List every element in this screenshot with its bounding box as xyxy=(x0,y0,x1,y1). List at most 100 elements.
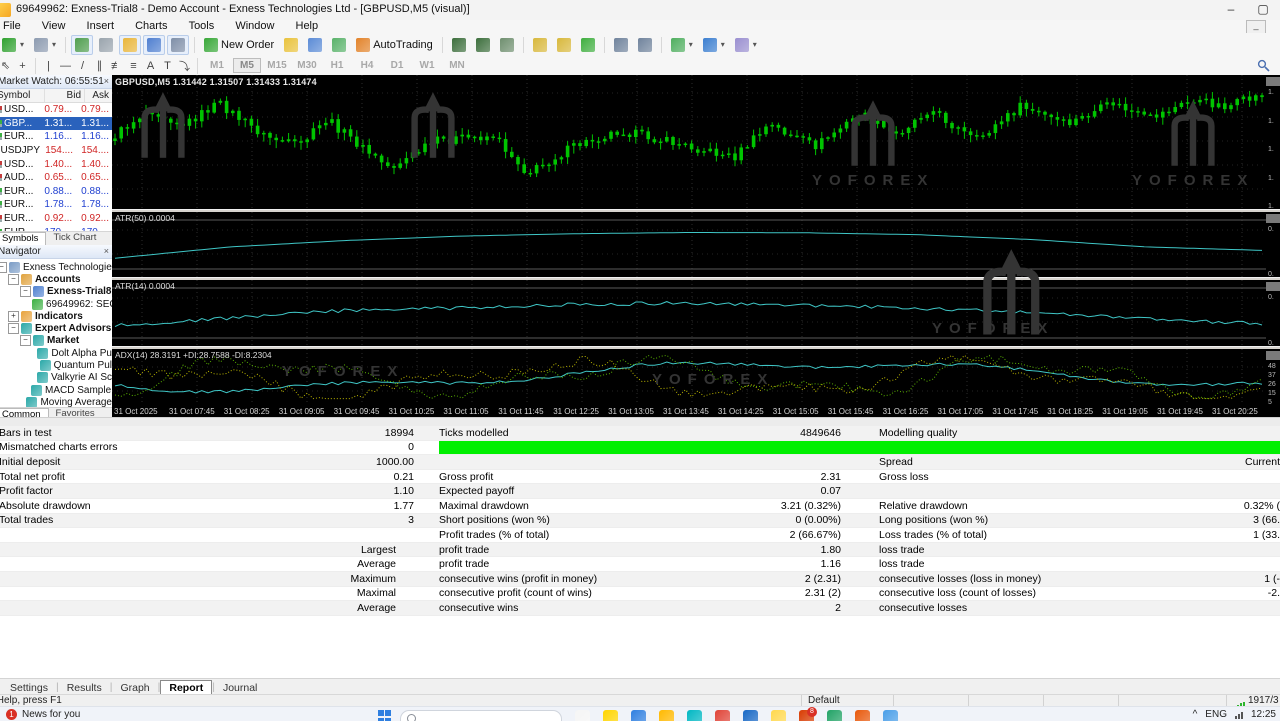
search-input[interactable] xyxy=(400,710,562,721)
menu-help[interactable]: Help xyxy=(287,20,328,33)
taskbar-news-widget[interactable]: 1 News for you xyxy=(6,709,80,720)
taskbar-app-icon[interactable] xyxy=(603,710,618,721)
timeframe-m1[interactable]: M1 xyxy=(203,58,231,73)
market-watch-row[interactable]: USD... 0.79... 0.79... xyxy=(0,103,112,117)
bar-chart-button[interactable] xyxy=(448,35,470,55)
tray-chevron[interactable]: ^ xyxy=(1193,709,1198,720)
menu-file[interactable]: File xyxy=(0,20,30,33)
crosshair-tool[interactable]: + xyxy=(16,59,29,72)
channel-tool[interactable]: ∥ xyxy=(93,59,106,72)
trendline-tool[interactable]: / xyxy=(76,59,89,72)
timeframe-m15[interactable]: M15 xyxy=(263,58,291,73)
label-tool[interactable]: T xyxy=(161,59,174,72)
taskbar-app-icon[interactable] xyxy=(883,710,898,721)
collapse-icon[interactable]: − xyxy=(8,273,19,285)
market-watch-row[interactable]: EUR... 1.16... 1.16... xyxy=(0,130,112,144)
mdi-minimize-button[interactable]: _ xyxy=(1246,20,1266,34)
status-profile[interactable]: Default xyxy=(802,695,894,706)
market-watch-row[interactable]: EUR... 0.92... 0.92... xyxy=(0,212,112,226)
menu-window[interactable]: Window xyxy=(226,20,283,33)
periods-button[interactable]: ▾ xyxy=(699,35,729,55)
timeframe-d1[interactable]: D1 xyxy=(383,58,411,73)
tree-item[interactable]: − Exness-Trial8 xyxy=(0,286,112,298)
menu-tools[interactable]: Tools xyxy=(180,20,224,33)
auto-scroll-button[interactable] xyxy=(610,35,632,55)
taskbar-clock[interactable]: 12:25 xyxy=(1251,709,1276,720)
new-order-button[interactable]: New Order xyxy=(200,35,278,55)
network-icon[interactable] xyxy=(1234,711,1243,719)
taskbar-app-icon[interactable] xyxy=(771,710,786,721)
tree-item[interactable]: + Indicators xyxy=(0,310,112,322)
collapse-icon[interactable]: − xyxy=(20,335,31,347)
timeframe-mn[interactable]: MN xyxy=(443,58,471,73)
market-watch-row[interactable]: EUR... 170....170.... xyxy=(0,225,112,231)
taskbar-app-icon[interactable]: 8 xyxy=(799,707,817,721)
tree-item[interactable]: Moving Average xyxy=(0,396,112,407)
tree-item[interactable]: 69649962: SEC xyxy=(0,298,112,310)
profiles-button[interactable]: ▾ xyxy=(30,35,60,55)
market-watch-row[interactable]: USD... 1.40... 1.40... xyxy=(0,157,112,171)
text-tool[interactable]: A xyxy=(144,59,157,72)
taskbar-app-icon[interactable] xyxy=(855,710,870,721)
menu-insert[interactable]: Insert xyxy=(78,20,124,33)
zoom-in-button[interactable] xyxy=(529,35,551,55)
tree-item[interactable]: MACD Sample xyxy=(0,384,112,396)
minimize-button[interactable]: – xyxy=(1216,0,1246,20)
market-watch-row[interactable]: USDJPY 154.... 154.... xyxy=(0,144,112,158)
arrows-tool[interactable]: ⤵ xyxy=(178,59,191,73)
tree-item[interactable]: − Market xyxy=(0,335,112,347)
find-symbol-icon[interactable] xyxy=(1257,59,1270,72)
close-icon[interactable]: × xyxy=(104,75,109,88)
taskbar-app-icon[interactable] xyxy=(659,710,674,721)
sounds-button[interactable] xyxy=(328,35,350,55)
collapse-icon[interactable]: − xyxy=(8,323,19,335)
tree-item[interactable]: − Accounts xyxy=(0,273,112,285)
vline-tool[interactable]: | xyxy=(42,59,55,72)
tab-results[interactable]: Results xyxy=(59,681,110,695)
indicators-button[interactable]: ▾ xyxy=(667,35,697,55)
taskbar-app-icon[interactable] xyxy=(575,710,590,721)
tab-journal[interactable]: Journal xyxy=(215,681,265,695)
tab-report[interactable]: Report xyxy=(160,680,213,695)
taskbar-app-icon[interactable] xyxy=(687,710,702,721)
autotrading-button[interactable]: AutoTrading xyxy=(352,35,437,55)
tree-item[interactable]: − Exness Technologies MT4 xyxy=(0,261,112,273)
zoom-out-button[interactable] xyxy=(553,35,575,55)
timeframe-h4[interactable]: H4 xyxy=(353,58,381,73)
hline-tool[interactable]: — xyxy=(59,59,72,72)
timeframe-h1[interactable]: H1 xyxy=(323,58,351,73)
taskbar-app-icon[interactable] xyxy=(715,710,730,721)
cursor-tool[interactable]: ⇖ xyxy=(0,59,12,72)
menu-view[interactable]: View xyxy=(33,20,75,33)
templates-button[interactable]: ▾ xyxy=(731,35,761,55)
terminal-toggle[interactable] xyxy=(143,34,166,55)
tree-item[interactable]: − Expert Advisors xyxy=(0,322,112,335)
tab-symbols[interactable]: Symbols xyxy=(0,232,47,245)
fibonacci-tool[interactable]: ≢ xyxy=(110,59,123,72)
tree-item[interactable]: Valkyrie AI Sc xyxy=(0,372,112,384)
timeframe-m5[interactable]: M5 xyxy=(233,58,261,73)
language-indicator[interactable]: ENG xyxy=(1205,709,1227,720)
new-chart-button[interactable]: ▾ xyxy=(0,35,28,55)
taskbar-app-icon[interactable] xyxy=(743,710,758,721)
tab-settings[interactable]: Settings xyxy=(2,681,56,695)
chart-window[interactable]: GBPUSD,M5 1.31442 1.31507 1.31433 1.3147… xyxy=(112,75,1280,417)
navigator-toggle[interactable] xyxy=(119,34,142,55)
market-watch-row[interactable]: EUR... 0.88... 0.88... xyxy=(0,185,112,199)
start-button[interactable] xyxy=(378,710,392,721)
shapes-tool[interactable]: ≡ xyxy=(127,59,140,72)
collapse-icon[interactable]: − xyxy=(20,286,31,298)
line-chart-button[interactable] xyxy=(496,35,518,55)
menu-charts[interactable]: Charts xyxy=(126,20,176,33)
tab-graph[interactable]: Graph xyxy=(112,681,157,695)
maximize-button[interactable]: ▢ xyxy=(1248,0,1278,20)
timeframe-m30[interactable]: M30 xyxy=(293,58,321,73)
taskbar-app-icon[interactable] xyxy=(631,710,646,721)
timeframe-w1[interactable]: W1 xyxy=(413,58,441,73)
market-watch-row[interactable]: AUD... 0.65... 0.65... xyxy=(0,171,112,185)
tile-windows-button[interactable] xyxy=(577,35,599,55)
taskbar-app-icon[interactable] xyxy=(827,710,842,721)
expand-icon[interactable]: + xyxy=(8,310,19,322)
tab-tick-chart[interactable]: Tick Chart xyxy=(46,232,103,245)
close-icon[interactable]: × xyxy=(104,245,109,258)
